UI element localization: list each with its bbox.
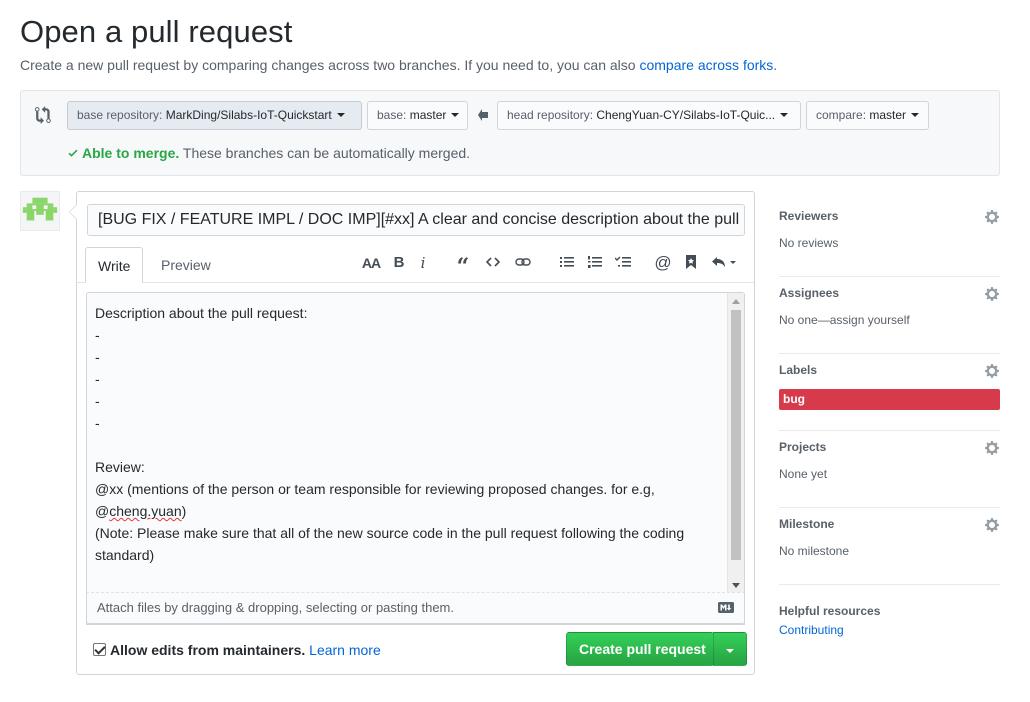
task-list-icon[interactable] — [613, 252, 633, 274]
resources-heading: Helpful resources — [779, 604, 881, 618]
milestone-heading: Milestone — [779, 517, 835, 531]
sidebar-assignees: Assignees No one—assign yourself — [779, 277, 1000, 354]
compare-across-forks-link[interactable]: compare across forks — [639, 57, 773, 73]
allow-edits-option: Allow edits from maintainers. Learn more — [93, 642, 381, 658]
gear-icon[interactable] — [984, 363, 1000, 379]
italic-icon[interactable]: i — [413, 252, 433, 274]
base-repository-select[interactable]: base repository: MarkDing/Silabs-IoT-Qui… — [67, 101, 362, 130]
reply-icon[interactable] — [709, 252, 739, 274]
code-icon[interactable] — [483, 252, 503, 274]
allow-edits-checkbox[interactable] — [93, 643, 106, 656]
pull-request-composer: [BUG FIX / FEATURE IMPL / DOC IMP][#xx] … — [69, 191, 755, 675]
bold-icon[interactable]: B — [389, 252, 409, 274]
link-icon[interactable] — [513, 252, 533, 274]
gear-icon[interactable] — [984, 517, 1000, 533]
compare-icon — [35, 106, 51, 124]
saved-reply-icon[interactable] — [681, 252, 701, 274]
base-branch-value: master — [409, 108, 447, 122]
gear-icon[interactable] — [984, 209, 1000, 225]
sidebar-milestone: Milestone No milestone — [779, 508, 1000, 585]
compare-branch-value: master — [869, 108, 907, 122]
editor-scrollbar[interactable] — [727, 293, 744, 594]
file-attach-bar[interactable]: Attach files by dragging & dropping, sel… — [86, 592, 745, 624]
base-branch-select[interactable]: base: master — [367, 101, 468, 130]
comment-body-textarea[interactable]: Description about the pull request: - - … — [86, 292, 745, 625]
check-icon — [68, 149, 78, 157]
create-pull-request-button[interactable]: Create pull request — [566, 632, 714, 666]
quote-icon[interactable]: “ — [453, 252, 473, 280]
page-subtitle: Create a new pull request by comparing c… — [20, 57, 777, 73]
labels-heading: Labels — [779, 363, 818, 377]
label-bug[interactable]: bug — [779, 389, 1000, 410]
chevron-down-icon — [451, 112, 460, 117]
create-options-dropdown[interactable] — [713, 632, 747, 666]
ordered-list-icon[interactable] — [585, 252, 605, 274]
file-attach-hint: Attach files by dragging & dropping, sel… — [97, 600, 454, 615]
scroll-thumb[interactable] — [731, 310, 741, 560]
assignees-heading: Assignees — [779, 286, 840, 300]
reviewers-value: No reviews — [779, 236, 839, 250]
arrow-left-icon — [478, 109, 488, 121]
projects-heading: Projects — [779, 440, 827, 454]
compare-branch-label: compare: — [816, 108, 870, 122]
reviewers-heading: Reviewers — [779, 209, 839, 223]
tab-write[interactable]: Write — [85, 247, 144, 283]
chevron-down-icon — [780, 112, 789, 117]
unordered-list-icon[interactable] — [557, 252, 577, 274]
merge-status-detail: These branches can be automatically merg… — [179, 145, 471, 161]
chevron-down-icon — [336, 112, 345, 117]
head-repository-value: ChengYuan-CY/Silabs-IoT-Quic... — [596, 108, 776, 122]
sidebar-labels: Labels bug — [779, 354, 1000, 431]
markdown-icon[interactable] — [718, 602, 734, 613]
head-repository-select[interactable]: head repository: ChengYuan-CY/Silabs-IoT… — [497, 101, 801, 130]
text-size-icon[interactable]: AA — [361, 252, 381, 274]
gear-icon[interactable] — [984, 440, 1000, 456]
scroll-up-icon[interactable] — [732, 299, 740, 304]
assignees-value[interactable]: No one—assign yourself — [779, 313, 910, 327]
title-input[interactable]: [BUG FIX / FEATURE IMPL / DOC IMP][#xx] … — [87, 204, 745, 236]
learn-more-link[interactable]: Learn more — [309, 642, 381, 658]
contributing-link[interactable]: Contributing — [779, 623, 844, 637]
projects-value: None yet — [779, 467, 828, 481]
compare-branch-select[interactable]: compare: master — [806, 101, 929, 130]
subtitle-text: Create a new pull request by comparing c… — [20, 57, 640, 73]
sidebar-reviewers: Reviewers No reviews — [779, 200, 1000, 277]
mention-icon[interactable]: @ — [653, 252, 673, 274]
merge-status: Able to merge. These branches can be aut… — [67, 145, 470, 161]
compare-range-box: base repository: MarkDing/Silabs-IoT-Qui… — [20, 90, 1000, 176]
chevron-down-icon — [911, 112, 920, 117]
subtitle-end: . — [773, 57, 778, 73]
spellcheck-word: cheng.yuan — [109, 503, 182, 519]
base-repository-value: MarkDing/Silabs-IoT-Quickstart — [165, 108, 332, 122]
allow-edits-label: Allow edits from maintainers. — [110, 642, 306, 658]
sidebar-resources: Helpful resources Contributing — [779, 585, 1000, 665]
base-branch-label: base: — [377, 108, 410, 122]
tab-preview[interactable]: Preview — [149, 247, 223, 283]
comment-body-text: Description about the pull request: - - … — [95, 302, 725, 566]
scroll-down-icon[interactable] — [732, 583, 740, 588]
head-repository-label: head repository: — [507, 108, 597, 122]
sidebar-projects: Projects None yet — [779, 431, 1000, 508]
body-text-part-1: Description about the pull request: - - … — [95, 305, 655, 519]
page-title: Open a pull request — [20, 14, 293, 49]
merge-status-ok: Able to merge. — [82, 145, 180, 161]
chevron-down-icon — [726, 649, 734, 653]
sidebar: Reviewers No reviews Assignees No one—as… — [779, 200, 1000, 665]
milestone-value: No milestone — [779, 544, 850, 558]
avatar[interactable] — [20, 191, 60, 231]
body-text-part-2: ) (Note: Please make sure that all of th… — [95, 503, 685, 563]
base-repository-label: base repository: — [77, 108, 166, 122]
gear-icon[interactable] — [984, 286, 1000, 302]
